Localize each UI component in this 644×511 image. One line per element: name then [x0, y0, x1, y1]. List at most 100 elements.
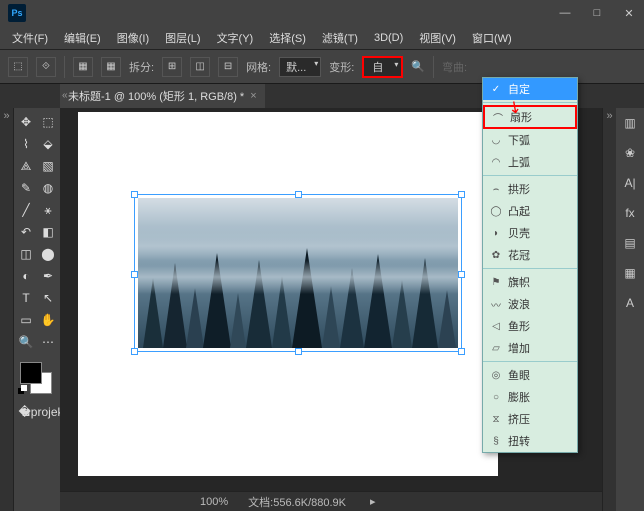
maximize-button[interactable]: □	[590, 7, 604, 20]
path-tool[interactable]: ↖	[38, 288, 58, 308]
handle-ne[interactable]	[458, 191, 465, 198]
handle-sw[interactable]	[131, 348, 138, 355]
stamp-tool[interactable]: ⚹	[38, 200, 58, 220]
menu-window[interactable]: 窗口(W)	[468, 28, 516, 48]
handle-e[interactable]	[458, 271, 465, 278]
type-tool[interactable]: T	[16, 288, 36, 308]
warp-mode-icon[interactable]: ⟐	[36, 57, 56, 77]
split-h-icon[interactable]: ⊟	[218, 57, 238, 77]
close-button[interactable]: ✕	[622, 7, 636, 20]
default-colors-icon[interactable]	[18, 388, 28, 398]
right-collapse-strip[interactable]: »	[602, 108, 616, 511]
zoom-tool[interactable]: 🔍	[16, 332, 36, 352]
edit-toolbar[interactable]: ⋯	[38, 332, 58, 352]
warp-item-wave[interactable]: 〰波浪	[483, 293, 577, 315]
menu-type[interactable]: 文字(Y)	[213, 28, 258, 48]
handle-se[interactable]	[458, 348, 465, 355]
document-tab[interactable]: 未标题-1 @ 100% (矩形 1, RGB/8) * ×	[60, 84, 265, 108]
warp-item-shell-lower[interactable]: ◗贝壳	[483, 222, 577, 244]
panel-swatches-icon[interactable]: ❀	[621, 144, 639, 162]
warp-item-flag[interactable]: ⚑旗帜	[483, 271, 577, 293]
quick-select-tool[interactable]: ⬙	[38, 134, 58, 154]
doc-info[interactable]: 文档:556.6K/880.9K	[248, 494, 346, 510]
transform-icon[interactable]: ⬚	[8, 57, 28, 77]
crop-tool[interactable]: ⟁	[16, 156, 36, 176]
separator	[64, 56, 65, 78]
hand-tool[interactable]: ✋	[38, 310, 58, 330]
handle-nw[interactable]	[131, 191, 138, 198]
panel-styles-icon[interactable]: fx	[621, 204, 639, 222]
status-bar: 100% 文档:556.6K/880.9K ▸	[60, 491, 602, 511]
search-icon[interactable]: 🔍	[411, 60, 425, 73]
warp-item-shell-upper[interactable]: ✿花冠	[483, 244, 577, 266]
grid-icon-1[interactable]: ▦	[73, 57, 93, 77]
screen-mode-tool[interactable]: �projektor	[38, 402, 58, 422]
collapse-left-icon[interactable]: «	[62, 90, 68, 101]
heal-tool[interactable]: ◍	[38, 178, 58, 198]
warp-item-twist[interactable]: §扭转	[483, 430, 577, 452]
panel-layers-icon[interactable]: ▤	[621, 234, 639, 252]
grid-icon-2[interactable]: ▦	[101, 57, 121, 77]
minimize-button[interactable]: —	[558, 7, 572, 20]
arc-upper-icon: ◠	[489, 156, 503, 168]
warp-item-custom[interactable]: ✓自定	[483, 78, 577, 100]
menu-select[interactable]: 选择(S)	[265, 28, 310, 48]
warp-item-arch[interactable]: ⌢拱形	[483, 178, 577, 200]
menu-view[interactable]: 视图(V)	[415, 28, 460, 48]
warp-item-arc-upper[interactable]: ◠上弧	[483, 151, 577, 173]
handle-s[interactable]	[295, 348, 302, 355]
panel-character-icon[interactable]: A|	[621, 174, 639, 192]
grid-dropdown[interactable]: 默...	[279, 57, 321, 77]
menu-3d[interactable]: 3D(D)	[370, 30, 407, 46]
split-cross-icon[interactable]: ⊞	[162, 57, 182, 77]
shell-icon: ◗	[489, 227, 503, 239]
split-v-icon[interactable]: ◫	[190, 57, 210, 77]
shape-tool[interactable]: ▭	[16, 310, 36, 330]
brush-tool[interactable]: ╱	[16, 200, 36, 220]
menu-filter[interactable]: 滤镜(T)	[318, 28, 362, 48]
panel-channels-icon[interactable]: ▦	[621, 264, 639, 282]
fish-icon: ◁	[489, 320, 503, 332]
warp-item-label: 扭转	[508, 433, 530, 449]
bend-label: 弯曲:	[442, 59, 467, 75]
frame-tool[interactable]: ▧	[38, 156, 58, 176]
warp-item-rise[interactable]: ▱增加	[483, 337, 577, 359]
blur-tool[interactable]: ⬤	[38, 244, 58, 264]
warp-item-squeeze[interactable]: ⧖挤压	[483, 408, 577, 430]
pen-tool[interactable]: ✒	[38, 266, 58, 286]
eraser-tool[interactable]: ◧	[38, 222, 58, 242]
panel-color-icon[interactable]: ▥	[621, 114, 639, 132]
warp-item-fish[interactable]: ◁鱼形	[483, 315, 577, 337]
warp-item-label: 挤压	[508, 411, 530, 427]
warp-item-inflate[interactable]: ○膨胀	[483, 386, 577, 408]
warp-item-bulge[interactable]: ◯凸起	[483, 200, 577, 222]
color-swatches[interactable]	[16, 360, 58, 400]
marquee-tool[interactable]: ⬚	[38, 112, 58, 132]
left-collapse-strip[interactable]: »	[0, 108, 14, 511]
close-tab-icon[interactable]: ×	[250, 90, 256, 102]
warp-item-fisheye[interactable]: ◎鱼眼	[483, 364, 577, 386]
foreground-color[interactable]	[20, 362, 42, 384]
warp-item-arc-lower[interactable]: ◡下弧	[483, 129, 577, 151]
gradient-tool[interactable]: ◫	[16, 244, 36, 264]
warp-item-arc[interactable]: ⌒扇形	[483, 105, 577, 129]
doc-info-arrow-icon[interactable]: ▸	[370, 495, 376, 508]
warp-style-dropdown[interactable]: 自	[362, 56, 403, 78]
menu-file[interactable]: 文件(F)	[8, 28, 52, 48]
eyedropper-tool[interactable]: ✎	[16, 178, 36, 198]
move-tool[interactable]: ✥	[16, 112, 36, 132]
dodge-tool[interactable]: ◐	[16, 266, 36, 286]
menu-image[interactable]: 图像(I)	[113, 28, 153, 48]
lasso-tool[interactable]: ⌇	[16, 134, 36, 154]
handle-w[interactable]	[131, 271, 138, 278]
history-brush-tool[interactable]: ↶	[16, 222, 36, 242]
zoom-level[interactable]: 100%	[200, 496, 228, 508]
canvas[interactable]	[78, 112, 498, 476]
menu-edit[interactable]: 编辑(E)	[60, 28, 105, 48]
warp-item-label: 凸起	[508, 203, 530, 219]
menu-layer[interactable]: 图层(L)	[161, 28, 204, 48]
handle-n[interactable]	[295, 191, 302, 198]
panel-glyphs-icon[interactable]: A	[621, 294, 639, 312]
transform-bounds[interactable]	[134, 194, 462, 352]
rise-icon: ▱	[489, 342, 503, 354]
